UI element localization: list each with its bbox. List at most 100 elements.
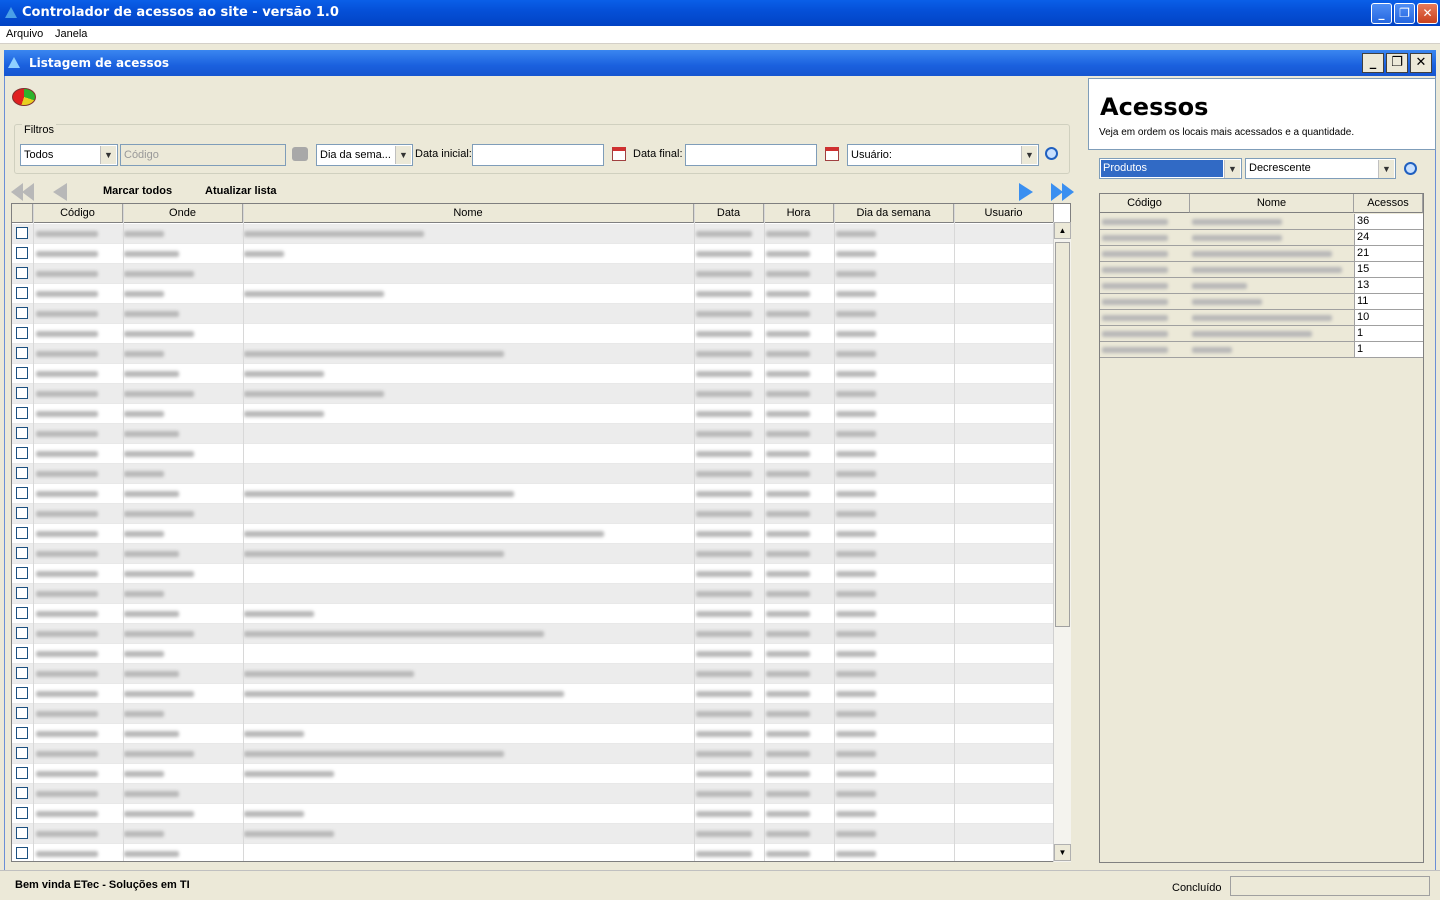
next-page-icon[interactable] xyxy=(1019,183,1033,201)
table-row[interactable] xyxy=(12,744,1054,764)
table-row[interactable] xyxy=(12,684,1054,704)
table-row[interactable] xyxy=(12,304,1054,324)
table-row[interactable] xyxy=(12,284,1054,304)
row-checkbox[interactable] xyxy=(16,707,28,719)
row-checkbox[interactable] xyxy=(16,527,28,539)
table-row[interactable] xyxy=(12,384,1054,404)
ranking-row[interactable]: 24 xyxy=(1100,230,1423,246)
search-icon[interactable] xyxy=(1045,147,1058,160)
row-checkbox[interactable] xyxy=(16,627,28,639)
tipo-select[interactable]: Produtos ▼ xyxy=(1099,158,1242,179)
row-checkbox[interactable] xyxy=(16,447,28,459)
table-row[interactable] xyxy=(12,564,1054,584)
row-checkbox[interactable] xyxy=(16,667,28,679)
row-checkbox[interactable] xyxy=(16,587,28,599)
table-row[interactable] xyxy=(12,404,1054,424)
inner-minimize-button[interactable]: _ xyxy=(1362,53,1384,73)
chart-pie-icon[interactable] xyxy=(12,88,36,106)
row-checkbox[interactable] xyxy=(16,347,28,359)
row-checkbox[interactable] xyxy=(16,647,28,659)
table-row[interactable] xyxy=(12,244,1054,264)
chevron-down-icon[interactable]: ▼ xyxy=(1224,160,1240,178)
table-row[interactable] xyxy=(12,844,1054,861)
col-onde-header[interactable]: Onde xyxy=(123,204,243,223)
row-checkbox[interactable] xyxy=(16,847,28,859)
atualizar-lista-button[interactable]: Atualizar lista xyxy=(205,185,277,197)
ranking-row[interactable]: 1 xyxy=(1100,326,1423,342)
chevron-down-icon[interactable]: ▼ xyxy=(1378,160,1394,178)
row-checkbox[interactable] xyxy=(16,687,28,699)
minimize-button[interactable]: _ xyxy=(1371,3,1392,24)
row-checkbox[interactable] xyxy=(16,387,28,399)
table-row[interactable] xyxy=(12,444,1054,464)
rank-col-acessos-header[interactable]: Acessos xyxy=(1354,194,1423,213)
menu-janela[interactable]: Janela xyxy=(55,28,87,40)
table-row[interactable] xyxy=(12,584,1054,604)
table-row[interactable] xyxy=(12,484,1054,504)
rank-col-codigo-header[interactable]: Código xyxy=(1100,194,1190,213)
table-row[interactable] xyxy=(12,524,1054,544)
eraser-icon[interactable] xyxy=(292,147,308,161)
table-row[interactable] xyxy=(12,364,1054,384)
chevron-down-icon[interactable]: ▼ xyxy=(1021,146,1037,164)
marcar-todos-button[interactable]: Marcar todos xyxy=(103,185,172,197)
table-scrollbar[interactable]: ▲ ▼ xyxy=(1053,222,1071,862)
codigo-field[interactable]: Código xyxy=(120,144,286,166)
col-data-header[interactable]: Data xyxy=(694,204,764,223)
scroll-up-icon[interactable]: ▲ xyxy=(1054,222,1071,239)
row-checkbox[interactable] xyxy=(16,547,28,559)
row-checkbox[interactable] xyxy=(16,487,28,499)
table-row[interactable] xyxy=(12,764,1054,784)
inner-restore-button[interactable]: ❐ xyxy=(1386,53,1408,73)
table-row[interactable] xyxy=(12,344,1054,364)
table-row[interactable] xyxy=(12,804,1054,824)
table-row[interactable] xyxy=(12,784,1054,804)
restore-button[interactable]: ❐ xyxy=(1394,3,1415,24)
search-icon[interactable] xyxy=(1404,162,1417,175)
row-checkbox[interactable] xyxy=(16,507,28,519)
col-hora-header[interactable]: Hora xyxy=(764,204,834,223)
data-inicial-input[interactable] xyxy=(472,144,604,166)
row-checkbox[interactable] xyxy=(16,407,28,419)
table-row[interactable] xyxy=(12,504,1054,524)
table-row[interactable] xyxy=(12,604,1054,624)
previous-page-icon[interactable] xyxy=(53,183,67,201)
ranking-row[interactable]: 11 xyxy=(1100,294,1423,310)
table-row[interactable] xyxy=(12,424,1054,444)
col-dia-semana-header[interactable]: Dia da semana xyxy=(834,204,954,223)
row-checkbox[interactable] xyxy=(16,567,28,579)
ranking-row[interactable]: 10 xyxy=(1100,310,1423,326)
usuario-select[interactable]: Usuário: ▼ xyxy=(847,144,1039,166)
ranking-row[interactable]: 21 xyxy=(1100,246,1423,262)
row-checkbox[interactable] xyxy=(16,287,28,299)
onde-select[interactable]: Todos ▼ xyxy=(20,144,118,166)
row-checkbox[interactable] xyxy=(16,427,28,439)
calendar-icon[interactable] xyxy=(612,147,626,161)
table-row[interactable] xyxy=(12,224,1054,244)
table-row[interactable] xyxy=(12,624,1054,644)
row-checkbox[interactable] xyxy=(16,227,28,239)
dia-semana-select[interactable]: Dia da sema... ▼ xyxy=(316,144,413,166)
row-checkbox[interactable] xyxy=(16,747,28,759)
table-row[interactable] xyxy=(12,464,1054,484)
row-checkbox[interactable] xyxy=(16,267,28,279)
table-row[interactable] xyxy=(12,324,1054,344)
table-row[interactable] xyxy=(12,724,1054,744)
chevron-down-icon[interactable]: ▼ xyxy=(395,146,411,164)
row-checkbox[interactable] xyxy=(16,307,28,319)
row-checkbox[interactable] xyxy=(16,247,28,259)
ranking-row[interactable]: 36 xyxy=(1100,214,1423,230)
col-codigo-header[interactable]: Código xyxy=(33,204,123,223)
chevron-down-icon[interactable]: ▼ xyxy=(100,146,116,164)
scroll-down-icon[interactable]: ▼ xyxy=(1054,844,1071,861)
row-checkbox[interactable] xyxy=(16,727,28,739)
menu-arquivo[interactable]: Arquivo xyxy=(6,28,43,40)
row-checkbox[interactable] xyxy=(16,767,28,779)
table-row[interactable] xyxy=(12,664,1054,684)
row-checkbox[interactable] xyxy=(16,787,28,799)
table-row[interactable] xyxy=(12,544,1054,564)
row-checkbox[interactable] xyxy=(16,327,28,339)
ordem-select[interactable]: Decrescente ▼ xyxy=(1245,158,1396,179)
row-checkbox[interactable] xyxy=(16,807,28,819)
ranking-row[interactable]: 1 xyxy=(1100,342,1423,358)
